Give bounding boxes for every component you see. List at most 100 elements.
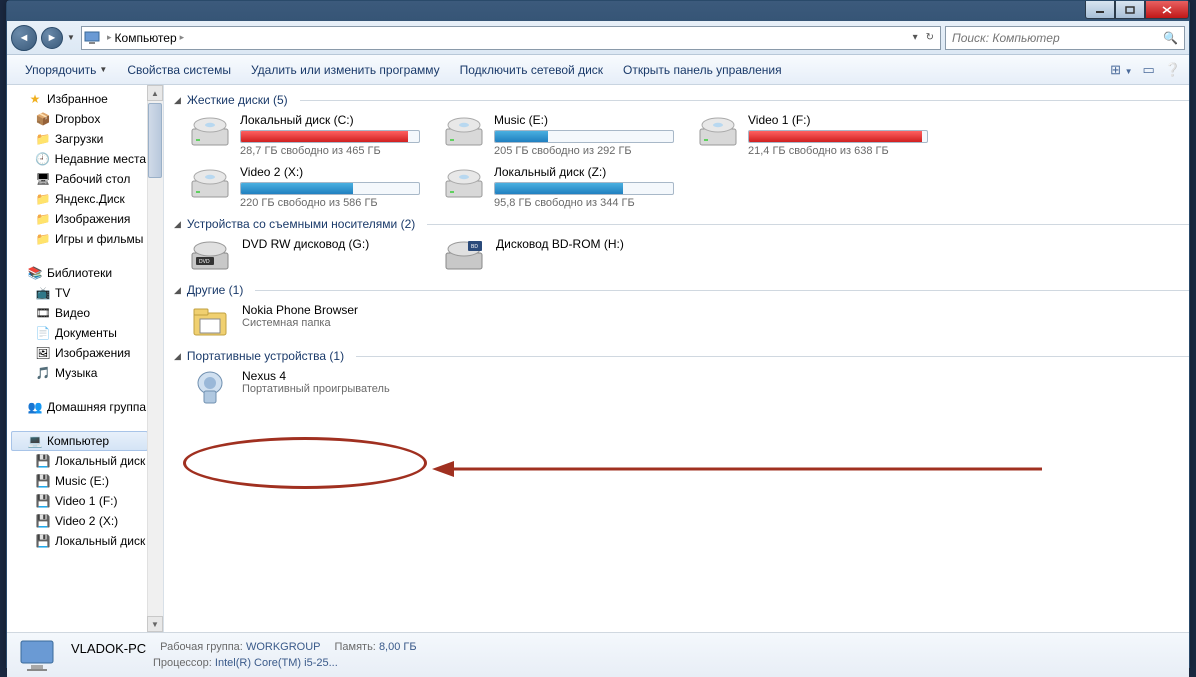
folder-icon: 📁 (35, 131, 51, 147)
explorer-window: ◄ ► ▼ ▸ Компьютер ▸ ▾ ↻ 🔍 Упорядочить ▼ … (6, 0, 1190, 668)
sidebar-item-yandex[interactable]: 📁Яндекс.Диск (33, 189, 148, 209)
video-icon: 🎞 (35, 305, 51, 321)
sidebar-item-dropbox[interactable]: 📦Dropbox (33, 109, 148, 129)
organize-menu[interactable]: Упорядочить ▼ (15, 59, 117, 81)
document-icon: 📄 (35, 325, 51, 341)
drive-name: Video 1 (F:) (748, 113, 936, 129)
address-dropdown-icon[interactable]: ▾ (913, 32, 918, 43)
hard-drive-icon (442, 113, 486, 151)
search-input[interactable] (952, 31, 1163, 45)
sidebar-item-pictures[interactable]: 🖼Изображения (33, 343, 148, 363)
history-dropdown[interactable]: ▼ (67, 33, 77, 42)
sidebar-homegroup[interactable]: 👥Домашняя группа (11, 397, 148, 417)
portable-device-item[interactable]: Nexus 4Портативный проигрыватель (186, 367, 430, 409)
hard-drive-icon (188, 165, 232, 203)
breadcrumb-sep: ▸ (180, 32, 185, 43)
sidebar-item-docs[interactable]: 📄Документы (33, 323, 148, 343)
refresh-icon[interactable]: ↻ (926, 32, 934, 43)
drive-free-text: 95,8 ГБ свободно из 344 ГБ (494, 196, 682, 209)
navbar: ◄ ► ▼ ▸ Компьютер ▸ ▾ ↻ 🔍 (7, 21, 1189, 55)
sidebar-item-drive[interactable]: 💾Локальный диск (33, 451, 148, 471)
drive-usage-bar (240, 182, 420, 195)
drive-free-text: 21,4 ГБ свободно из 638 ГБ (748, 144, 936, 157)
content-pane: ◢Жесткие диски (5) Локальный диск (C:) 2… (164, 85, 1189, 632)
scrollbar-thumb[interactable] (148, 103, 162, 178)
sidebar-item-downloads[interactable]: 📁Загрузки (33, 129, 148, 149)
item-subtitle: Системная папка (242, 317, 358, 329)
system-folder-icon (188, 303, 232, 341)
folder-icon: 📁 (35, 211, 51, 227)
back-button[interactable]: ◄ (11, 25, 37, 51)
other-device-item[interactable]: Nokia Phone BrowserСистемная папка (186, 301, 430, 343)
category-portable[interactable]: ◢Портативные устройства (1) (174, 343, 1189, 367)
computer-icon: 💻 (27, 433, 43, 449)
drive-item[interactable]: Music (E:) 205 ГБ свободно из 292 ГБ (440, 111, 684, 159)
status-workgroup: WORKGROUP (246, 641, 321, 653)
category-removable[interactable]: ◢Устройства со съемными носителями (2) (174, 211, 1189, 235)
scroll-up-icon[interactable]: ▲ (147, 85, 163, 101)
category-other[interactable]: ◢Другие (1) (174, 277, 1189, 301)
preview-pane-icon[interactable]: ▭ (1143, 62, 1155, 78)
uninstall-button[interactable]: Удалить или изменить программу (241, 59, 450, 81)
map-drive-button[interactable]: Подключить сетевой диск (450, 59, 613, 81)
sidebar-item-drive[interactable]: 💾Video 1 (F:) (33, 491, 148, 511)
sidebar-item-desktop[interactable]: 🖥Рабочий стол (33, 169, 148, 189)
sidebar-item-tv[interactable]: 📺TV (33, 283, 148, 303)
drive-name: Локальный диск (C:) (240, 113, 428, 129)
homegroup-icon: 👥 (27, 399, 43, 415)
drive-name: Локальный диск (Z:) (494, 165, 682, 181)
address-bar[interactable]: ▸ Компьютер ▸ ▾ ↻ (81, 26, 941, 50)
library-icon: 📚 (27, 265, 43, 281)
drive-icon: 💾 (35, 493, 51, 509)
sidebar-item-video[interactable]: 🎞Видео (33, 303, 148, 323)
sidebar-item-music[interactable]: 🎵Музыка (33, 363, 148, 383)
removable-drive-item[interactable]: BD Дисковод BD-ROM (H:) (440, 235, 684, 277)
help-icon[interactable]: ❔ (1165, 62, 1181, 78)
drive-free-text: 28,7 ГБ свободно из 465 ГБ (240, 144, 428, 157)
window-controls (1085, 1, 1189, 19)
statusbar: VLADOK-PC Рабочая группа: WORKGROUP Памя… (7, 632, 1189, 677)
drive-item[interactable]: Локальный диск (C:) 28,7 ГБ свободно из … (186, 111, 430, 159)
sidebar-libraries[interactable]: 📚Библиотеки (11, 263, 148, 283)
drive-icon: 💾 (35, 453, 51, 469)
sidebar-item-recent[interactable]: 🕘Недавние места (33, 149, 148, 169)
explorer-body: ★Избранное 📦Dropbox 📁Загрузки 🕘Недавние … (7, 85, 1189, 632)
sidebar-item-drive[interactable]: 💾Music (E:) (33, 471, 148, 491)
maximize-button[interactable] (1115, 1, 1145, 19)
drive-item[interactable]: Video 1 (F:) 21,4 ГБ свободно из 638 ГБ (694, 111, 938, 159)
portable-player-icon (188, 369, 232, 407)
forward-button[interactable]: ► (41, 27, 63, 49)
drive-usage-bar (494, 182, 674, 195)
drive-name: Дисковод BD-ROM (H:) (496, 237, 624, 251)
view-mode-icon[interactable]: ⊞ ▼ (1110, 62, 1132, 78)
sidebar-favorites[interactable]: ★Избранное (11, 89, 148, 109)
category-hard-disks[interactable]: ◢Жесткие диски (5) (174, 87, 1189, 111)
dvd-drive-icon: DVD (188, 237, 232, 275)
sidebar-computer[interactable]: 💻Компьютер (11, 431, 148, 451)
close-button[interactable] (1145, 1, 1189, 19)
scroll-down-icon[interactable]: ▼ (147, 616, 163, 632)
tv-icon: 📺 (35, 285, 51, 301)
item-name: Nexus 4 (242, 369, 390, 383)
star-icon: ★ (27, 91, 43, 107)
search-box[interactable]: 🔍 (945, 26, 1185, 50)
system-props-button[interactable]: Свойства системы (117, 59, 241, 81)
drive-usage-bar (494, 130, 674, 143)
drive-item[interactable]: Video 2 (X:) 220 ГБ свободно из 586 ГБ (186, 163, 430, 211)
sidebar-item-games[interactable]: 📁Игры и фильмы (33, 229, 148, 249)
picture-icon: 🖼 (35, 345, 51, 361)
control-panel-button[interactable]: Открыть панель управления (613, 59, 792, 81)
sidebar-item-drive[interactable]: 💾Локальный диск (33, 531, 148, 551)
sidebar-item-images[interactable]: 📁Изображения (33, 209, 148, 229)
drive-usage-bar (748, 130, 928, 143)
sidebar-item-drive[interactable]: 💾Video 2 (X:) (33, 511, 148, 531)
removable-drive-item[interactable]: DVD DVD RW дисковод (G:) (186, 235, 430, 277)
breadcrumb-item[interactable]: Компьютер (115, 31, 177, 45)
drive-name: Music (E:) (494, 113, 682, 129)
minimize-button[interactable] (1085, 1, 1115, 19)
titlebar (7, 1, 1189, 21)
drive-item[interactable]: Локальный диск (Z:) 95,8 ГБ свободно из … (440, 163, 684, 211)
computer-large-icon (17, 637, 59, 673)
sidebar-scrollbar[interactable]: ▲ ▼ (147, 85, 163, 632)
svg-text:BD: BD (471, 244, 478, 250)
